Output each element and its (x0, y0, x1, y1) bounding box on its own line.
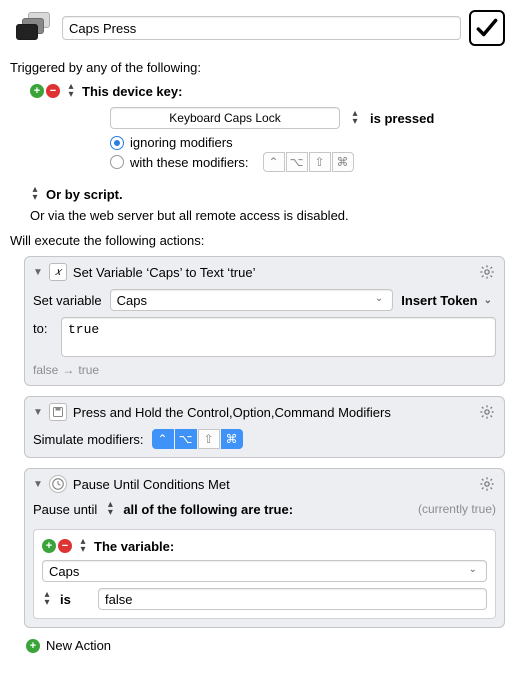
to-label: to: (33, 317, 53, 336)
trigger-modifiers-strip[interactable]: ⌃ ⌥ ⇧ ⌘ (263, 152, 354, 172)
press-type-label: is pressed (370, 111, 434, 126)
condition-variable-dropdown-icon[interactable]: ⌄ (465, 564, 481, 575)
script-trigger-stepper[interactable]: ▴▾ (30, 186, 40, 202)
add-condition-button[interactable]: + (42, 539, 56, 553)
trigger-type-stepper[interactable]: ▴▾ (66, 83, 76, 99)
triggers-heading: Triggered by any of the following: (10, 60, 505, 75)
variable-preview: false→true (33, 363, 496, 377)
mod-cmd-icon[interactable]: ⌘ (332, 152, 354, 172)
pause-status-label: (currently true) (418, 502, 496, 516)
action-gear-button[interactable] (478, 403, 496, 421)
disk-icon (49, 403, 67, 421)
actions-heading: Will execute the following actions: (10, 233, 505, 248)
mod-shift-icon[interactable]: ⇧ (198, 429, 220, 449)
disclosure-icon[interactable]: ▼ (33, 407, 43, 418)
add-trigger-button[interactable]: + (30, 84, 44, 98)
condition-op-stepper[interactable]: ▴▾ (42, 591, 52, 607)
action-set-variable: ▼ 𝑥 Set Variable ‘Caps’ to Text ‘true’ S… (24, 256, 505, 386)
set-variable-label: Set variable (33, 293, 102, 308)
condition-type-stepper[interactable]: ▴▾ (78, 538, 88, 554)
variable-dropdown-icon[interactable]: ⌄ (371, 293, 387, 304)
action-gear-button[interactable] (478, 263, 496, 281)
action-title: Press and Hold the Control,Option,Comman… (73, 405, 391, 420)
script-trigger-label: Or by script. (46, 187, 123, 202)
trigger-type-label: This device key: (82, 84, 182, 99)
mod-cmd-icon[interactable]: ⌘ (221, 429, 243, 449)
radio-ignore-modifiers-label: ignoring modifiers (130, 135, 233, 150)
variable-icon: 𝑥 (49, 263, 67, 281)
disclosure-icon[interactable]: ▼ (33, 479, 43, 490)
press-type-stepper[interactable]: ▴▾ (350, 110, 360, 126)
action-title: Set Variable ‘Caps’ to Text ‘true’ (73, 265, 256, 280)
action-gear-button[interactable] (478, 475, 496, 493)
mod-ctrl-icon[interactable]: ⌃ (263, 152, 285, 172)
device-key-field[interactable] (110, 107, 340, 129)
condition-op-label: is (60, 592, 90, 607)
plus-icon: + (26, 639, 40, 653)
simulate-modifiers-label: Simulate modifiers: (33, 432, 144, 447)
disclosure-icon[interactable]: ▼ (33, 267, 43, 278)
macro-enabled-toggle[interactable] (469, 10, 505, 46)
mod-ctrl-icon[interactable]: ⌃ (152, 429, 174, 449)
action-title: Pause Until Conditions Met (73, 477, 230, 492)
remove-trigger-button[interactable]: − (46, 84, 60, 98)
macro-service-icon (10, 10, 54, 46)
variable-value-input[interactable] (61, 317, 496, 357)
remove-condition-button[interactable]: − (58, 539, 72, 553)
new-action-label: New Action (46, 638, 111, 653)
pause-until-label: Pause until (33, 502, 97, 517)
variable-name-input[interactable] (110, 289, 394, 311)
condition-variable-input[interactable] (42, 560, 487, 582)
pause-mode-stepper[interactable]: ▴▾ (105, 501, 115, 517)
simulate-modifiers-strip[interactable]: ⌃ ⌥ ⇧ ⌘ (152, 429, 243, 449)
condition-value-input[interactable] (98, 588, 487, 610)
condition-type-label: The variable: (94, 539, 174, 554)
radio-ignore-modifiers[interactable] (110, 136, 124, 150)
pause-mode-label: all of the following are true: (123, 502, 293, 517)
web-server-note: Or via the web server but all remote acc… (30, 208, 505, 223)
mod-shift-icon[interactable]: ⇧ (309, 152, 331, 172)
mod-opt-icon[interactable]: ⌥ (175, 429, 197, 449)
macro-title-input[interactable] (62, 16, 461, 40)
action-pause-until: ▼ Pause Until Conditions Met Pause until… (24, 468, 505, 628)
radio-with-modifiers[interactable] (110, 155, 124, 169)
mod-opt-icon[interactable]: ⌥ (286, 152, 308, 172)
clock-icon (49, 475, 67, 493)
insert-token-button[interactable]: Insert Token⌄ (401, 293, 496, 308)
radio-with-modifiers-label: with these modifiers: (130, 155, 249, 170)
new-action-button[interactable]: + New Action (26, 638, 505, 653)
action-press-hold-modifiers: ▼ Press and Hold the Control,Option,Comm… (24, 396, 505, 458)
